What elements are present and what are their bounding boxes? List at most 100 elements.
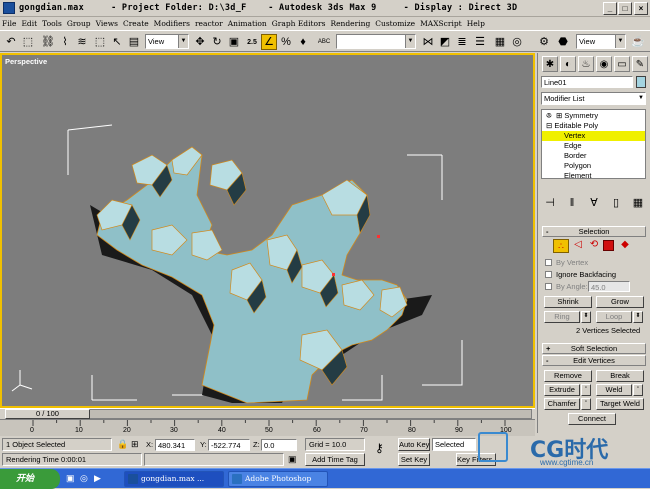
select-link-icon[interactable]: ⛓ xyxy=(40,34,56,50)
hierarchy-tab-icon[interactable]: ♨ xyxy=(578,56,594,72)
edit-named-selection-icon[interactable]: ABC xyxy=(316,34,332,50)
select-scale-icon[interactable]: ▣ xyxy=(226,34,242,50)
task-gongdian[interactable]: gongdian.max ... xyxy=(124,471,224,487)
menu-file[interactable]: File xyxy=(2,19,16,28)
remove-button[interactable]: Remove xyxy=(544,370,592,382)
spinner-snap-icon[interactable]: ♦ xyxy=(295,34,311,50)
undo-icon[interactable]: ↶ xyxy=(3,34,19,50)
menu-customize[interactable]: Customize xyxy=(375,19,415,28)
quick-render-teapot-icon[interactable]: ☕ xyxy=(630,34,646,50)
track-bar[interactable]: 0 10 20 30 40 50 60 70 80 90 100 xyxy=(0,419,535,436)
z-coordinate-field[interactable]: 0.0 xyxy=(261,439,297,451)
snap-toggle-icon[interactable]: 2.5 xyxy=(244,34,260,50)
grow-button[interactable]: Grow xyxy=(596,296,644,308)
quicklaunch-ie-icon[interactable]: ◎ xyxy=(80,473,88,484)
select-icon[interactable]: ↖ xyxy=(109,34,125,50)
layer-manager-icon[interactable]: ≣ xyxy=(454,34,470,50)
task-photoshop[interactable]: Adobe Photoshop xyxy=(228,471,328,487)
stack-border[interactable]: Border xyxy=(542,151,645,161)
auto-key-button[interactable]: Auto Key xyxy=(398,438,430,451)
weld-settings-icon[interactable]: ▫ xyxy=(633,384,643,396)
chamfer-settings-icon[interactable]: ▫ xyxy=(581,398,591,410)
close-button[interactable]: × xyxy=(634,2,648,15)
by-angle-value[interactable]: 45.0 xyxy=(588,281,630,292)
add-time-tag-button[interactable]: Add Time Tag xyxy=(305,453,365,466)
maximize-button[interactable]: □ xyxy=(618,2,632,15)
motion-tab-icon[interactable]: ◉ xyxy=(596,56,612,72)
chamfer-button[interactable]: Chamfer xyxy=(544,398,580,410)
ring-spinner[interactable]: ⬍ xyxy=(581,311,591,323)
element-mode-icon[interactable]: ◆ xyxy=(618,239,632,253)
quicklaunch-desktop-icon[interactable]: ▣ xyxy=(66,473,75,484)
select-move-icon[interactable]: ✥ xyxy=(192,34,208,50)
loop-spinner[interactable]: ⬍ xyxy=(633,311,643,323)
material-editor-icon[interactable]: ◎ xyxy=(509,34,525,50)
time-tag-icon[interactable]: ▣ xyxy=(288,454,297,465)
pin-stack-icon[interactable]: ⊣ xyxy=(542,195,558,211)
by-vertex-checkbox[interactable] xyxy=(545,259,552,266)
angle-snap-icon[interactable]: ∠ xyxy=(261,34,277,50)
quick-render-icon[interactable]: ⬣ xyxy=(555,34,571,50)
time-slider-thumb[interactable]: 0 / 100 xyxy=(5,409,90,419)
render-type-dropdown[interactable]: View ▼ xyxy=(576,34,626,49)
selection-rollout-header[interactable]: - Selection xyxy=(542,226,646,237)
break-button[interactable]: Break xyxy=(596,370,644,382)
edit-vertices-rollout-header[interactable]: - Edit Vertices xyxy=(542,355,646,366)
display-tab-icon[interactable]: ▭ xyxy=(614,56,630,72)
curve-editor-icon[interactable]: ☰ xyxy=(472,34,488,50)
border-mode-icon[interactable]: ⟲ xyxy=(587,239,601,253)
stack-element[interactable]: Element xyxy=(542,171,645,181)
3dsmax-app-icon[interactable] xyxy=(3,2,15,14)
perspective-viewport[interactable]: Perspective xyxy=(0,53,535,408)
menu-rendering[interactable]: Rendering xyxy=(330,19,370,28)
bind-spacewarp-icon[interactable]: ≋ xyxy=(74,34,90,50)
extrude-settings-icon[interactable]: ▫ xyxy=(581,384,591,396)
set-key-button[interactable]: Set Key xyxy=(398,453,430,466)
polygon-mode-icon[interactable] xyxy=(603,240,614,251)
object-color-swatch[interactable] xyxy=(636,76,646,88)
lock-selection-icon[interactable]: 🔒 xyxy=(117,439,128,450)
select-rotate-icon[interactable]: ↻ xyxy=(209,34,225,50)
align-icon[interactable]: ◩ xyxy=(437,34,453,50)
menu-help[interactable]: Help xyxy=(467,19,485,28)
stack-vertex[interactable]: Vertex xyxy=(542,131,645,141)
select-by-name-icon[interactable]: ▤ xyxy=(126,34,142,50)
menu-modifiers[interactable]: Modifiers xyxy=(154,19,190,28)
menu-views[interactable]: Views xyxy=(96,19,118,28)
extrude-button[interactable]: Extrude xyxy=(544,384,580,396)
shrink-button[interactable]: Shrink xyxy=(544,296,592,308)
ring-button[interactable]: Ring xyxy=(544,311,580,323)
menu-reactor[interactable]: reactor xyxy=(195,19,223,28)
redo-icon[interactable]: ⬚ xyxy=(20,34,36,50)
show-end-result-icon[interactable]: ‖ xyxy=(564,195,580,211)
connect-button[interactable]: Connect xyxy=(568,413,616,425)
soft-selection-rollout-header[interactable]: + Soft Selection xyxy=(542,343,646,354)
x-coordinate-field[interactable]: 480.341 xyxy=(155,439,195,451)
schematic-view-icon[interactable]: ▦ xyxy=(492,34,508,50)
edge-mode-icon[interactable]: ◁ xyxy=(571,239,585,253)
menu-edit[interactable]: Edit xyxy=(21,19,37,28)
quicklaunch-media-icon[interactable]: ▶ xyxy=(94,473,101,484)
vertex-mode-icon[interactable]: ∴ xyxy=(553,239,569,253)
utilities-tab-icon[interactable]: ✎ xyxy=(632,56,648,72)
stack-polygon[interactable]: Polygon xyxy=(542,161,645,171)
menu-maxscript[interactable]: MAXScript xyxy=(420,19,462,28)
menu-tools[interactable]: Tools xyxy=(42,19,62,28)
by-angle-checkbox[interactable] xyxy=(545,283,552,290)
start-button[interactable]: 开始 xyxy=(0,469,60,489)
object-name-field[interactable]: Line01 xyxy=(541,76,633,88)
stack-editable-poly[interactable]: ⊟ Editable Poly xyxy=(542,121,645,131)
make-unique-icon[interactable]: ∀ xyxy=(586,195,602,211)
y-coordinate-field[interactable]: -522.774 xyxy=(208,439,250,451)
modify-tab-icon[interactable]: ◐ xyxy=(560,56,576,72)
mirror-icon[interactable]: ⋈ xyxy=(420,34,436,50)
modifier-list-dropdown[interactable]: Modifier List ▼ xyxy=(541,92,646,105)
menu-graph-editors[interactable]: Graph Editors xyxy=(272,19,326,28)
stack-symmetry[interactable]: ꔮ ⊞ Symmetry xyxy=(542,111,645,121)
loop-button[interactable]: Loop xyxy=(596,311,632,323)
configure-modifier-sets-icon[interactable]: ▦ xyxy=(630,195,646,211)
named-selection-dropdown[interactable]: ▼ xyxy=(336,34,416,49)
menu-create[interactable]: Create xyxy=(123,19,149,28)
absolute-mode-icon[interactable]: ⊞ xyxy=(131,439,139,450)
remove-modifier-icon[interactable]: ▯ xyxy=(608,195,624,211)
